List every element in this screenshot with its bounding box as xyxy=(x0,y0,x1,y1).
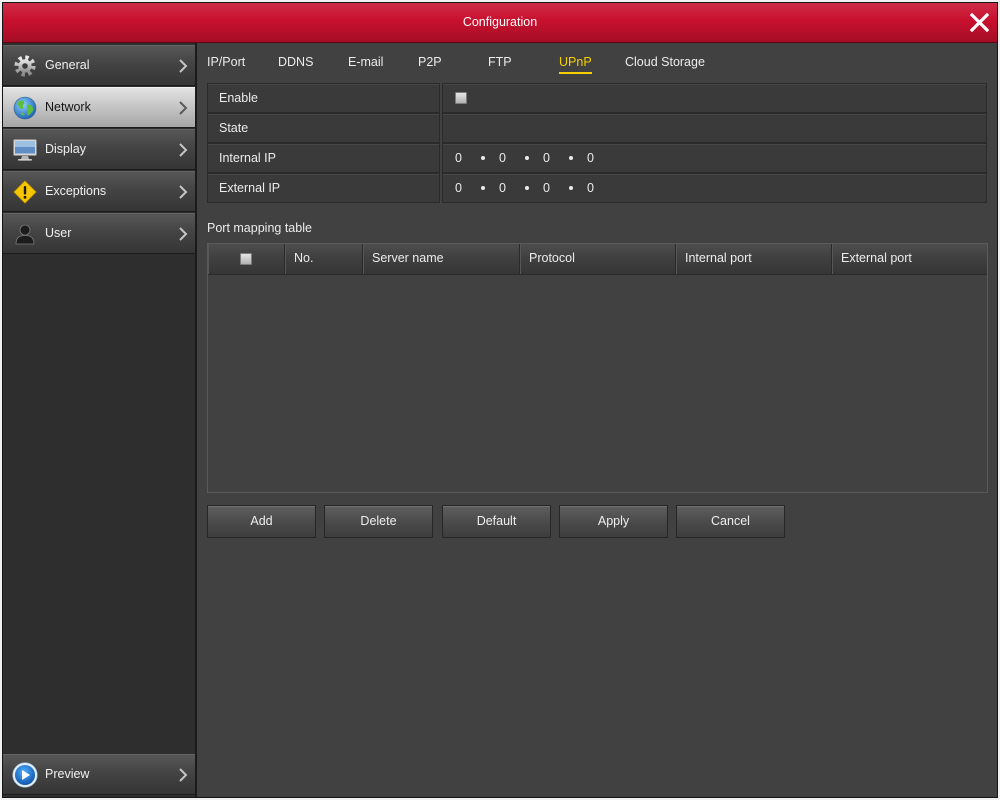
ip-dot-separator xyxy=(477,144,489,172)
column-header-external-port: External port xyxy=(832,244,987,274)
external-ip-label: External IP xyxy=(207,173,440,203)
external-ip-field[interactable]: 0 0 0 0 xyxy=(442,173,987,203)
ip-octet[interactable]: 0 xyxy=(499,174,521,202)
warning-icon xyxy=(12,179,38,205)
ip-octet[interactable]: 0 xyxy=(499,144,521,172)
sidebar-item-display[interactable]: Display xyxy=(3,129,195,170)
globe-icon xyxy=(12,95,38,121)
ip-octet[interactable]: 0 xyxy=(543,144,565,172)
enable-checkbox[interactable] xyxy=(455,92,467,104)
enable-row: Enable xyxy=(207,83,987,113)
delete-button[interactable]: Delete xyxy=(324,505,433,538)
sidebar-item-label: Network xyxy=(45,100,91,114)
column-header-no: No. xyxy=(285,244,363,274)
ip-octet[interactable]: 0 xyxy=(455,144,477,172)
table-header: No. Server name Protocol Internal port E… xyxy=(208,244,987,275)
chevron-right-icon xyxy=(179,768,188,782)
chevron-right-icon xyxy=(179,227,188,241)
sidebar-item-label: User xyxy=(45,226,72,240)
table-body xyxy=(208,275,987,492)
main-panel: IP/Port DDNS E-mail P2P FTP UPnP Cloud S… xyxy=(197,43,997,797)
ip-octet[interactable]: 0 xyxy=(587,144,609,172)
ip-dot-separator xyxy=(477,174,489,202)
sidebar-item-label: Preview xyxy=(45,767,90,781)
tab-p2p[interactable]: P2P xyxy=(418,53,442,71)
default-button[interactable]: Default xyxy=(442,505,551,538)
ip-octet[interactable]: 0 xyxy=(455,174,477,202)
state-value xyxy=(442,113,987,143)
user-icon xyxy=(12,221,38,247)
tab-cloud-storage[interactable]: Cloud Storage xyxy=(625,53,705,71)
port-mapping-title: Port mapping table xyxy=(207,221,312,235)
internal-ip-row: Internal IP 0 0 0 0 xyxy=(207,143,987,173)
internal-ip-field[interactable]: 0 0 0 0 xyxy=(442,143,987,173)
enable-label: Enable xyxy=(207,83,440,113)
sidebar-item-exceptions[interactable]: Exceptions xyxy=(3,171,195,212)
sidebar-item-user[interactable]: User xyxy=(3,213,195,254)
ip-dot-separator xyxy=(565,144,577,172)
cancel-button[interactable]: Cancel xyxy=(676,505,785,538)
chevron-right-icon xyxy=(179,143,188,157)
tab-ddns[interactable]: DDNS xyxy=(278,53,313,71)
enable-value xyxy=(442,83,987,113)
gear-icon xyxy=(12,53,38,79)
sidebar-item-label: Display xyxy=(45,142,86,156)
tab-ip-port[interactable]: IP/Port xyxy=(207,53,245,71)
ip-dot-separator xyxy=(565,174,577,202)
sidebar-item-general[interactable]: General xyxy=(3,45,195,86)
add-button[interactable]: Add xyxy=(207,505,316,538)
select-all-checkbox[interactable] xyxy=(240,253,252,265)
sidebar-item-label: General xyxy=(45,58,90,72)
ip-dot-separator xyxy=(521,174,533,202)
chevron-right-icon xyxy=(179,101,188,115)
sidebar: General Network Display Exceptions User … xyxy=(3,43,195,797)
internal-ip-label: Internal IP xyxy=(207,143,440,173)
sidebar-item-label: Exceptions xyxy=(45,184,107,198)
apply-button[interactable]: Apply xyxy=(559,505,668,538)
tab-email[interactable]: E-mail xyxy=(348,53,383,71)
state-row: State xyxy=(207,113,987,143)
ip-octet[interactable]: 0 xyxy=(587,174,609,202)
state-label: State xyxy=(207,113,440,143)
tab-ftp[interactable]: FTP xyxy=(488,53,512,71)
ip-dot-separator xyxy=(521,144,533,172)
port-mapping-table: No. Server name Protocol Internal port E… xyxy=(207,243,988,493)
play-icon xyxy=(12,762,38,788)
external-ip-row: External IP 0 0 0 0 xyxy=(207,173,987,203)
upnp-settings-form: Enable State Internal IP 0 0 0 0 Externa… xyxy=(207,83,987,203)
chevron-right-icon xyxy=(179,185,188,199)
ip-octet[interactable]: 0 xyxy=(543,174,565,202)
title-bar: Configuration xyxy=(3,3,997,43)
column-header-protocol: Protocol xyxy=(520,244,676,274)
configuration-window: Configuration General Network Display Ex… xyxy=(3,3,997,797)
column-header-server-name: Server name xyxy=(363,244,520,274)
sidebar-item-network[interactable]: Network xyxy=(3,87,195,128)
close-icon[interactable] xyxy=(969,12,990,33)
tab-upnp[interactable]: UPnP xyxy=(559,53,592,74)
chevron-right-icon xyxy=(179,59,188,73)
column-header-internal-port: Internal port xyxy=(676,244,832,274)
sidebar-item-preview[interactable]: Preview xyxy=(3,754,195,795)
window-title: Configuration xyxy=(462,15,538,29)
monitor-icon xyxy=(12,137,38,163)
select-all-column xyxy=(208,244,285,274)
